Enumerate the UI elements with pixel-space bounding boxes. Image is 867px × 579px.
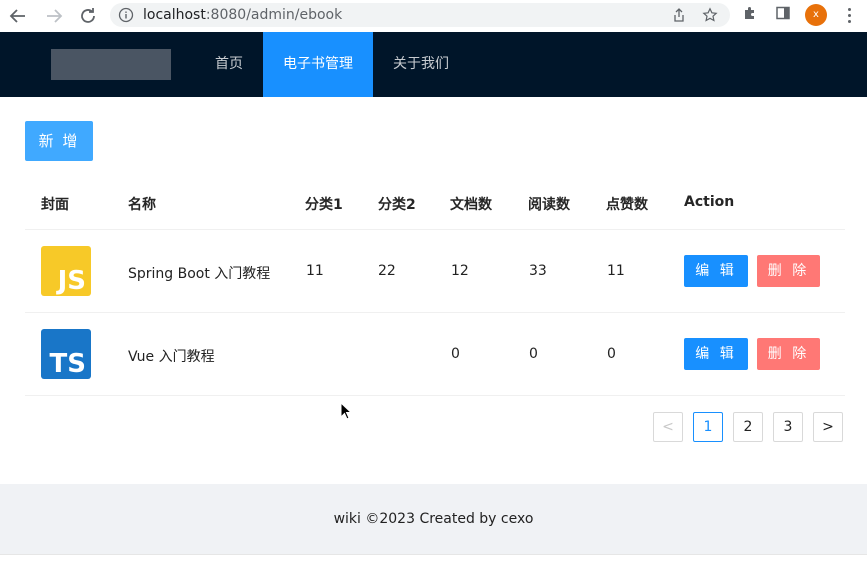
prev-page-button[interactable]: <: [653, 412, 683, 442]
main-content: 新 增 封面 名称 分类1 分类2 文档数 阅读数 点赞数 Action JS …: [0, 97, 867, 484]
info-icon[interactable]: [118, 7, 134, 23]
row-divider: [25, 312, 845, 313]
browser-toolbar: localhost:8080/admin/ebook x: [0, 0, 867, 33]
bookmark-star-icon[interactable]: [702, 7, 718, 23]
column-header-doc-count: 文档数: [450, 197, 492, 213]
ebook-cover-js-icon: JS: [41, 246, 91, 296]
url-host: localhost: [143, 7, 206, 23]
ebook-doc-count: 12: [451, 263, 469, 279]
url-path: :8080/admin/ebook: [205, 7, 343, 23]
side-panel-icon[interactable]: [775, 5, 791, 21]
page-2-button[interactable]: 2: [733, 412, 763, 442]
header-divider: [25, 229, 845, 230]
app-header: 首页 电子书管理 关于我们: [0, 32, 867, 97]
column-header-category2: 分类2: [378, 197, 416, 213]
nav-item-home[interactable]: 首页: [199, 32, 259, 97]
ebook-name: Spring Boot 入门教程: [128, 266, 271, 282]
column-header-category1: 分类1: [305, 197, 343, 213]
ebook-view-count: 33: [529, 263, 547, 279]
footer-text: wiki ©2023 Created by cexo: [333, 511, 534, 527]
logo: [51, 49, 171, 80]
edit-button[interactable]: 编 辑: [684, 255, 748, 287]
ebook-doc-count: 0: [451, 346, 460, 362]
column-header-name: 名称: [128, 197, 156, 213]
nav-item-about[interactable]: 关于我们: [378, 32, 464, 97]
back-arrow-icon[interactable]: [6, 4, 30, 28]
row-divider: [25, 395, 845, 396]
delete-button[interactable]: 删 除: [757, 338, 820, 370]
ebook-cover-ts-icon: TS: [41, 329, 91, 379]
cover-text: JS: [57, 266, 86, 296]
footer: wiki ©2023 Created by cexo: [0, 484, 867, 554]
url-text[interactable]: localhost:8080/admin/ebook: [143, 6, 342, 24]
window-bottom: [0, 554, 867, 579]
mouse-cursor-icon: [340, 402, 352, 420]
forward-arrow-icon[interactable]: [42, 4, 66, 28]
column-header-cover: 封面: [41, 197, 69, 213]
reload-icon[interactable]: [76, 4, 100, 28]
ebook-view-count: 0: [529, 346, 538, 362]
page-1-button[interactable]: 1: [693, 412, 723, 442]
address-bar[interactable]: localhost:8080/admin/ebook: [110, 3, 730, 27]
share-icon[interactable]: [671, 7, 687, 23]
ebook-name: Vue 入门教程: [128, 349, 215, 365]
ebook-vote-count: 11: [607, 263, 625, 279]
cover-text: TS: [49, 349, 86, 379]
extensions-puzzle-icon[interactable]: [742, 5, 758, 21]
column-header-view-count: 阅读数: [528, 197, 570, 213]
profile-avatar[interactable]: x: [805, 4, 827, 26]
add-button[interactable]: 新 增: [25, 121, 93, 161]
page-3-button[interactable]: 3: [773, 412, 803, 442]
column-header-vote-count: 点赞数: [606, 197, 648, 213]
edit-button[interactable]: 编 辑: [684, 338, 748, 370]
delete-button[interactable]: 删 除: [757, 255, 820, 287]
next-page-button[interactable]: >: [813, 412, 843, 442]
column-header-action: Action: [684, 194, 735, 210]
ebook-category2: 22: [378, 263, 396, 279]
nav-item-ebook-admin[interactable]: 电子书管理: [263, 32, 373, 97]
ebook-category1: 11: [306, 263, 324, 279]
ebook-vote-count: 0: [607, 346, 616, 362]
browser-menu-icon[interactable]: [846, 6, 852, 26]
